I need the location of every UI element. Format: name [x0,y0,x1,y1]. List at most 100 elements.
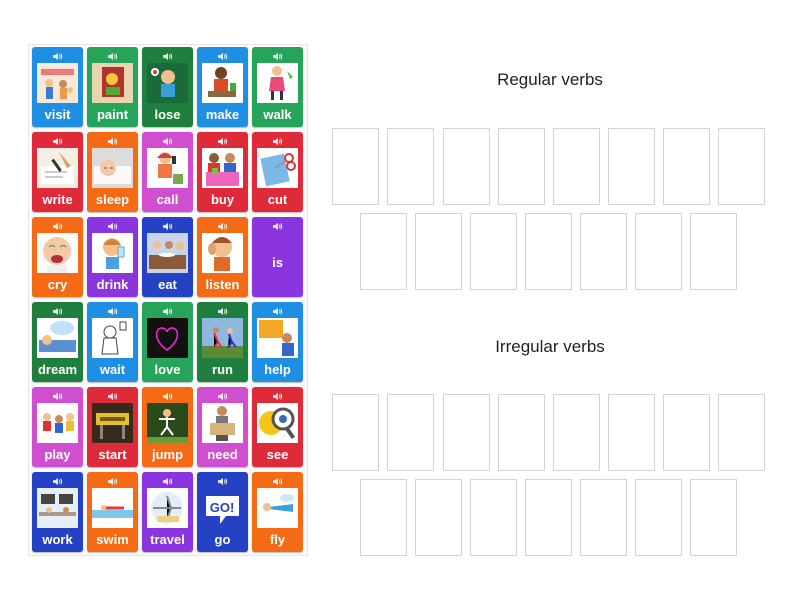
empty-drop-slot[interactable] [360,213,407,290]
verb-card-paint[interactable]: paint [87,47,138,127]
speaker-icon[interactable] [272,221,284,231]
verb-card-help[interactable]: help [252,302,303,382]
verb-card-walk[interactable]: walk [252,47,303,127]
speaker-icon[interactable] [272,51,284,61]
speaker-icon[interactable] [162,221,174,231]
speaker-icon[interactable] [52,306,64,316]
speaker-icon[interactable] [52,136,64,146]
verb-card-visit[interactable]: visit [32,47,83,127]
empty-drop-slot[interactable] [360,479,407,556]
speaker-icon[interactable] [217,391,229,401]
verb-card-make[interactable]: make [197,47,248,127]
speaker-icon[interactable] [162,391,174,401]
empty-drop-slot[interactable] [718,394,765,471]
verb-card-label: write [42,192,73,207]
verb-card-eat[interactable]: eat [142,217,193,297]
empty-drop-slot[interactable] [580,479,627,556]
verb-card-go[interactable]: GO! go [197,472,248,552]
empty-drop-slot[interactable] [553,128,600,205]
empty-drop-slot[interactable] [443,394,490,471]
speaker-icon[interactable] [217,51,229,61]
verb-card-cry[interactable]: cry [32,217,83,297]
speaker-icon[interactable] [52,221,64,231]
empty-drop-slot[interactable] [553,394,600,471]
boy-dreaming-picture [37,318,78,358]
empty-drop-slot[interactable] [332,394,379,471]
empty-drop-slot[interactable] [470,213,517,290]
verb-card-swim[interactable]: swim [87,472,138,552]
empty-drop-slot[interactable] [718,128,765,205]
verb-card-label: visit [44,107,71,122]
speaker-icon[interactable] [162,306,174,316]
empty-drop-slot[interactable] [443,128,490,205]
empty-drop-slot[interactable] [525,479,572,556]
empty-drop-slot[interactable] [470,479,517,556]
speaker-icon[interactable] [217,221,229,231]
verb-card-jump[interactable]: jump [142,387,193,467]
empty-drop-slot[interactable] [635,479,682,556]
speaker-icon[interactable] [107,51,119,61]
verb-card-write[interactable]: write [32,132,83,212]
verb-card-run[interactable]: run [197,302,248,382]
empty-drop-slot[interactable] [663,128,710,205]
empty-drop-slot[interactable] [690,213,737,290]
empty-drop-slot[interactable] [663,394,710,471]
speaker-icon[interactable] [162,51,174,61]
verb-card-need[interactable]: need [197,387,248,467]
speaker-icon[interactable] [217,306,229,316]
speaker-icon[interactable] [52,476,64,486]
speaker-icon[interactable] [107,221,119,231]
help-sign-picture [257,318,298,358]
empty-drop-slot[interactable] [580,213,627,290]
empty-drop-slot[interactable] [415,479,462,556]
verb-card-sleep[interactable]: sleep [87,132,138,212]
speaker-icon[interactable] [272,391,284,401]
empty-drop-slot[interactable] [498,128,545,205]
speaker-icon[interactable] [107,391,119,401]
speaker-icon[interactable] [107,306,119,316]
magnifier-eye-picture [257,403,298,443]
speaker-icon[interactable] [217,136,229,146]
speaker-icon[interactable] [162,476,174,486]
empty-drop-slot[interactable] [415,213,462,290]
speaker-icon[interactable] [217,476,229,486]
empty-drop-slot[interactable] [387,128,434,205]
verb-card-lose[interactable]: lose [142,47,193,127]
speaker-icon[interactable] [272,476,284,486]
verb-card-label: is [272,255,283,270]
speaker-icon[interactable] [52,51,64,61]
verb-card-play[interactable]: play [32,387,83,467]
verb-card-dream[interactable]: dream [32,302,83,382]
verb-card-label: go [214,532,231,547]
speaker-icon[interactable] [107,136,119,146]
verb-card-call[interactable]: call [142,132,193,212]
speaker-icon[interactable] [272,306,284,316]
empty-drop-slot[interactable] [635,213,682,290]
verb-card-cut[interactable]: cut [252,132,303,212]
empty-drop-slot[interactable] [498,394,545,471]
verb-card-listen[interactable]: listen [197,217,248,297]
empty-drop-slot[interactable] [525,213,572,290]
empty-drop-slot[interactable] [387,394,434,471]
verb-card-start[interactable]: start [87,387,138,467]
empty-drop-slot[interactable] [332,128,379,205]
empty-drop-slot[interactable] [608,128,655,205]
verb-card-travel[interactable]: travel [142,472,193,552]
verb-card-wait[interactable]: wait [87,302,138,382]
speaker-icon[interactable] [107,476,119,486]
verb-card-drink[interactable]: drink [87,217,138,297]
verb-card-is[interactable]: is [252,217,303,297]
speaker-icon[interactable] [162,136,174,146]
verb-card-work[interactable]: work [32,472,83,552]
empty-drop-slot[interactable] [608,394,655,471]
start-sign-picture [92,403,133,443]
verb-card-label: help [264,362,291,377]
empty-drop-slot[interactable] [690,479,737,556]
speaker-icon[interactable] [272,136,284,146]
verb-card-love[interactable]: love [142,302,193,382]
verb-card-see[interactable]: see [252,387,303,467]
verb-card-buy[interactable]: buy [197,132,248,212]
speaker-icon[interactable] [52,391,64,401]
verb-card-fly[interactable]: fly [252,472,303,552]
person-waiting-picture [92,318,133,358]
